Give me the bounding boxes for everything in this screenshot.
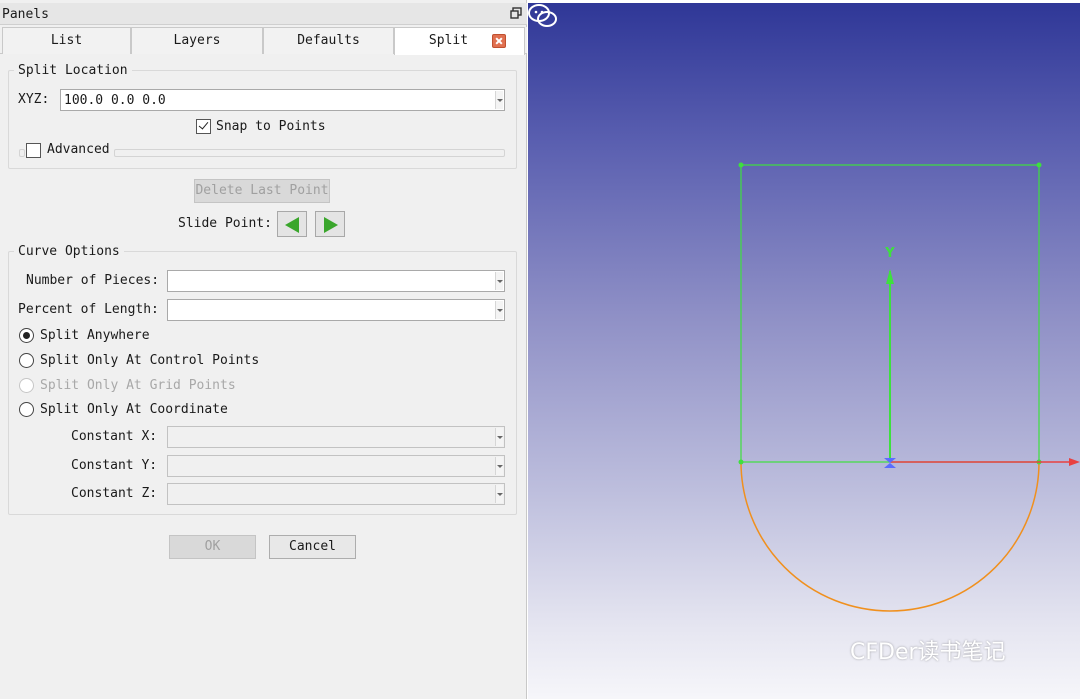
- chevron-down-icon[interactable]: [495, 485, 503, 503]
- panels-dock: Panels List Layers Defaults Split Split …: [0, 0, 527, 699]
- split-anywhere-label: Split Anywhere: [40, 328, 150, 343]
- split-anywhere-radio[interactable]: [19, 328, 34, 343]
- cancel-label: Cancel: [289, 539, 336, 554]
- chevron-down-icon[interactable]: [495, 301, 503, 319]
- delete-last-point-button[interactable]: Delete Last Point: [194, 179, 330, 203]
- xyz-label: XYZ:: [18, 92, 50, 107]
- constant-z-label: Constant Z:: [71, 486, 158, 501]
- graphics-viewport[interactable]: Y CFDer读书笔记: [528, 3, 1080, 699]
- slide-point-label: Slide Point:: [178, 216, 272, 231]
- tab-list[interactable]: List: [2, 27, 131, 54]
- advanced-checkbox[interactable]: [26, 143, 41, 158]
- point-top-left[interactable]: [738, 162, 744, 168]
- panel-tabs: List Layers Defaults Split: [0, 27, 527, 55]
- snap-to-points-checkbox[interactable]: [196, 119, 211, 134]
- split-grid-points-label: Split Only At Grid Points: [40, 378, 236, 393]
- slide-point-right-button[interactable]: [315, 211, 345, 237]
- ok-label: OK: [204, 539, 221, 554]
- number-of-pieces-combo[interactable]: [167, 270, 505, 292]
- constant-y-label: Constant Y:: [71, 458, 158, 473]
- ok-button[interactable]: OK: [169, 535, 256, 559]
- arrow-left-icon: [285, 217, 299, 233]
- constant-x-combo[interactable]: [167, 426, 505, 448]
- split-control-points-radio[interactable]: [19, 353, 34, 368]
- advanced-label: Advanced: [47, 142, 110, 157]
- y-axis-arrow-icon: [886, 269, 894, 284]
- xyz-combo[interactable]: 100.0 0.0 0.0: [60, 89, 505, 111]
- close-tab-icon[interactable]: [492, 34, 506, 48]
- geometry-canvas: Y: [738, 162, 1080, 612]
- percent-of-length-label: Percent of Length:: [18, 302, 159, 317]
- split-coordinate-radio[interactable]: [19, 402, 34, 417]
- tab-layers[interactable]: Layers: [131, 27, 263, 54]
- arrow-right-icon: [324, 217, 338, 233]
- percent-of-length-combo[interactable]: [167, 299, 505, 321]
- tab-defaults[interactable]: Defaults: [263, 27, 394, 54]
- arc-curve[interactable]: [740, 461, 1040, 612]
- tab-defaults-label: Defaults: [297, 33, 360, 48]
- tab-split-label: Split: [428, 33, 469, 48]
- origin-marker-lower-icon: [884, 463, 896, 468]
- point-top-right[interactable]: [1036, 162, 1042, 168]
- delete-last-point-label: Delete Last Point: [195, 183, 329, 198]
- cancel-button[interactable]: Cancel: [269, 535, 356, 559]
- chevron-down-icon[interactable]: [495, 91, 503, 109]
- chevron-down-icon[interactable]: [495, 428, 503, 446]
- chevron-down-icon[interactable]: [495, 457, 503, 475]
- point-bottom-left[interactable]: [738, 459, 744, 465]
- tab-layers-label: Layers: [173, 33, 221, 48]
- constant-y-combo[interactable]: [167, 455, 505, 477]
- tab-list-label: List: [50, 33, 83, 48]
- curve-options-title: Curve Options: [14, 244, 124, 259]
- advanced-divider: [114, 149, 505, 157]
- float-window-icon[interactable]: [510, 7, 522, 19]
- panel-header: Panels: [0, 3, 527, 25]
- chevron-down-icon[interactable]: [495, 272, 503, 290]
- split-location-title: Split Location: [14, 63, 132, 78]
- wechat-icon: [528, 4, 557, 27]
- split-grid-points-radio[interactable]: [19, 378, 34, 393]
- constant-z-combo[interactable]: [167, 483, 505, 505]
- xyz-value: 100.0 0.0 0.0: [64, 93, 166, 108]
- y-axis-label: Y: [884, 246, 895, 261]
- constant-x-label: Constant X:: [71, 429, 158, 444]
- advanced-divider-left: [19, 149, 25, 157]
- panel-title: Panels: [2, 7, 49, 22]
- number-of-pieces-label: Number of Pieces:: [26, 273, 160, 288]
- x-axis-arrow-icon: [1069, 458, 1080, 466]
- slide-point-left-button[interactable]: [277, 211, 307, 237]
- watermark-text: CFDer读书笔记: [850, 640, 1006, 665]
- snap-to-points-label: Snap to Points: [216, 119, 326, 134]
- split-coordinate-label: Split Only At Coordinate: [40, 402, 228, 417]
- tab-split[interactable]: Split: [394, 27, 525, 55]
- split-control-points-label: Split Only At Control Points: [40, 353, 260, 368]
